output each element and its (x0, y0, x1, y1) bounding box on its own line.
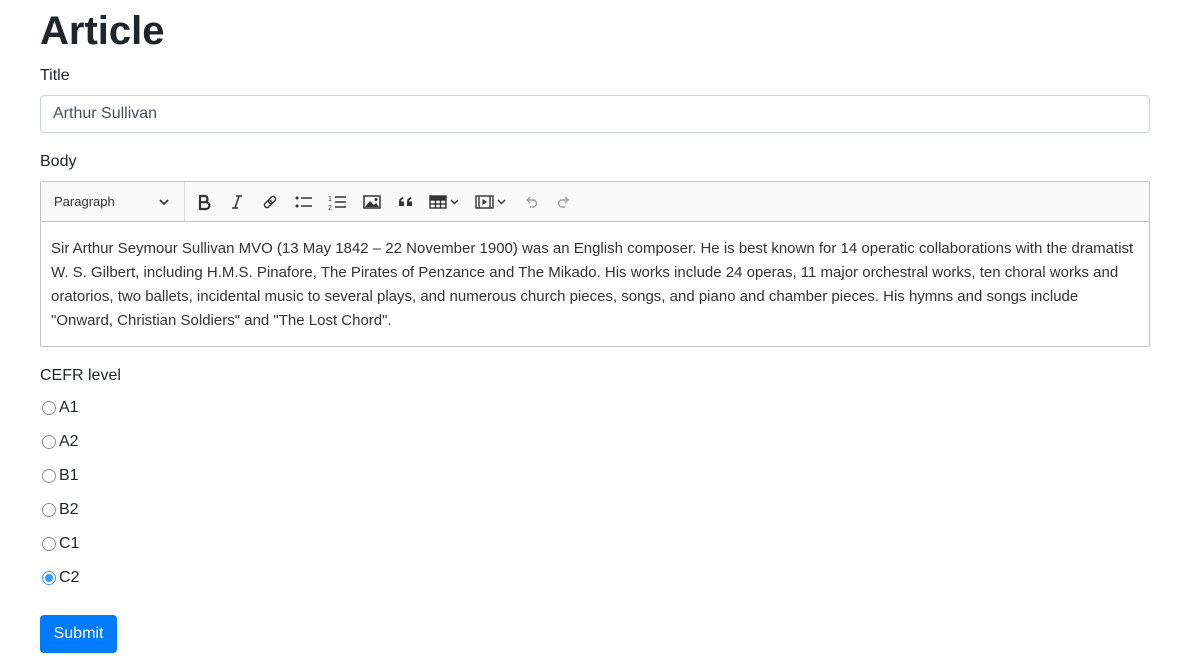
image-icon (362, 193, 382, 211)
radio-label: B2 (59, 501, 79, 518)
cefr-option-a2[interactable]: A2 (40, 432, 79, 452)
bulleted-list-icon (294, 193, 314, 211)
numbered-list-button[interactable]: 12 (325, 188, 351, 215)
heading-dropdown[interactable]: Paragraph (41, 182, 185, 221)
undo-icon (522, 193, 540, 211)
numbered-list-icon: 12 (328, 193, 348, 211)
bulleted-list-button[interactable] (291, 188, 317, 215)
radio-label: A2 (59, 433, 79, 450)
title-input[interactable] (40, 95, 1150, 133)
redo-button[interactable] (552, 188, 576, 215)
radio-label: A1 (59, 399, 79, 416)
insert-image-button[interactable] (359, 188, 385, 215)
media-icon (474, 193, 510, 211)
table-icon (428, 193, 464, 211)
italic-button[interactable] (225, 188, 249, 215)
title-label: Title (40, 67, 70, 84)
heading-dropdown-label: Paragraph (54, 194, 115, 209)
block-quote-button[interactable] (393, 188, 419, 215)
cefr-option-c1[interactable]: C1 (40, 534, 79, 554)
radio-button[interactable] (42, 571, 56, 585)
svg-text:2: 2 (328, 205, 332, 211)
radio-button[interactable] (42, 537, 56, 551)
radio-label: C2 (59, 569, 80, 586)
redo-icon (555, 193, 573, 211)
cefr-option-b2[interactable]: B2 (40, 500, 79, 520)
svg-text:1: 1 (328, 196, 332, 203)
radio-label: B1 (59, 467, 79, 484)
cefr-option-b1[interactable]: B1 (40, 466, 79, 486)
editor-content[interactable]: Sir Arthur Seymour Sullivan MVO (13 May … (51, 237, 1139, 333)
cefr-option-c2[interactable]: C2 (40, 568, 79, 588)
submit-button[interactable]: Submit (40, 615, 117, 653)
radio-button[interactable] (42, 503, 56, 517)
link-icon (261, 193, 279, 211)
bold-button[interactable] (192, 188, 216, 215)
chevron-down-icon (158, 195, 170, 213)
insert-media-button[interactable] (473, 188, 511, 215)
block-quote-icon (396, 193, 416, 211)
cefr-level-label: CEFR level (40, 367, 121, 384)
undo-button[interactable] (519, 188, 543, 215)
radio-label: C1 (59, 535, 80, 552)
body-label: Body (40, 153, 77, 170)
radio-button[interactable] (42, 469, 56, 483)
italic-icon (228, 193, 246, 211)
rich-text-editor: Paragraph 1 2 Sir Arthur Seymour Sulliva… (40, 181, 1150, 347)
bold-icon (195, 193, 213, 211)
cefr-option-a1[interactable]: A1 (40, 398, 79, 418)
article-form-page: Article Title Body Paragraph (0, 0, 1177, 667)
insert-table-button[interactable] (427, 188, 465, 215)
radio-button[interactable] (42, 435, 56, 449)
radio-button[interactable] (42, 401, 56, 415)
editor-toolbar: Paragraph 1 2 (41, 182, 1149, 222)
link-button[interactable] (258, 188, 282, 215)
page-title: Article (40, 9, 165, 53)
